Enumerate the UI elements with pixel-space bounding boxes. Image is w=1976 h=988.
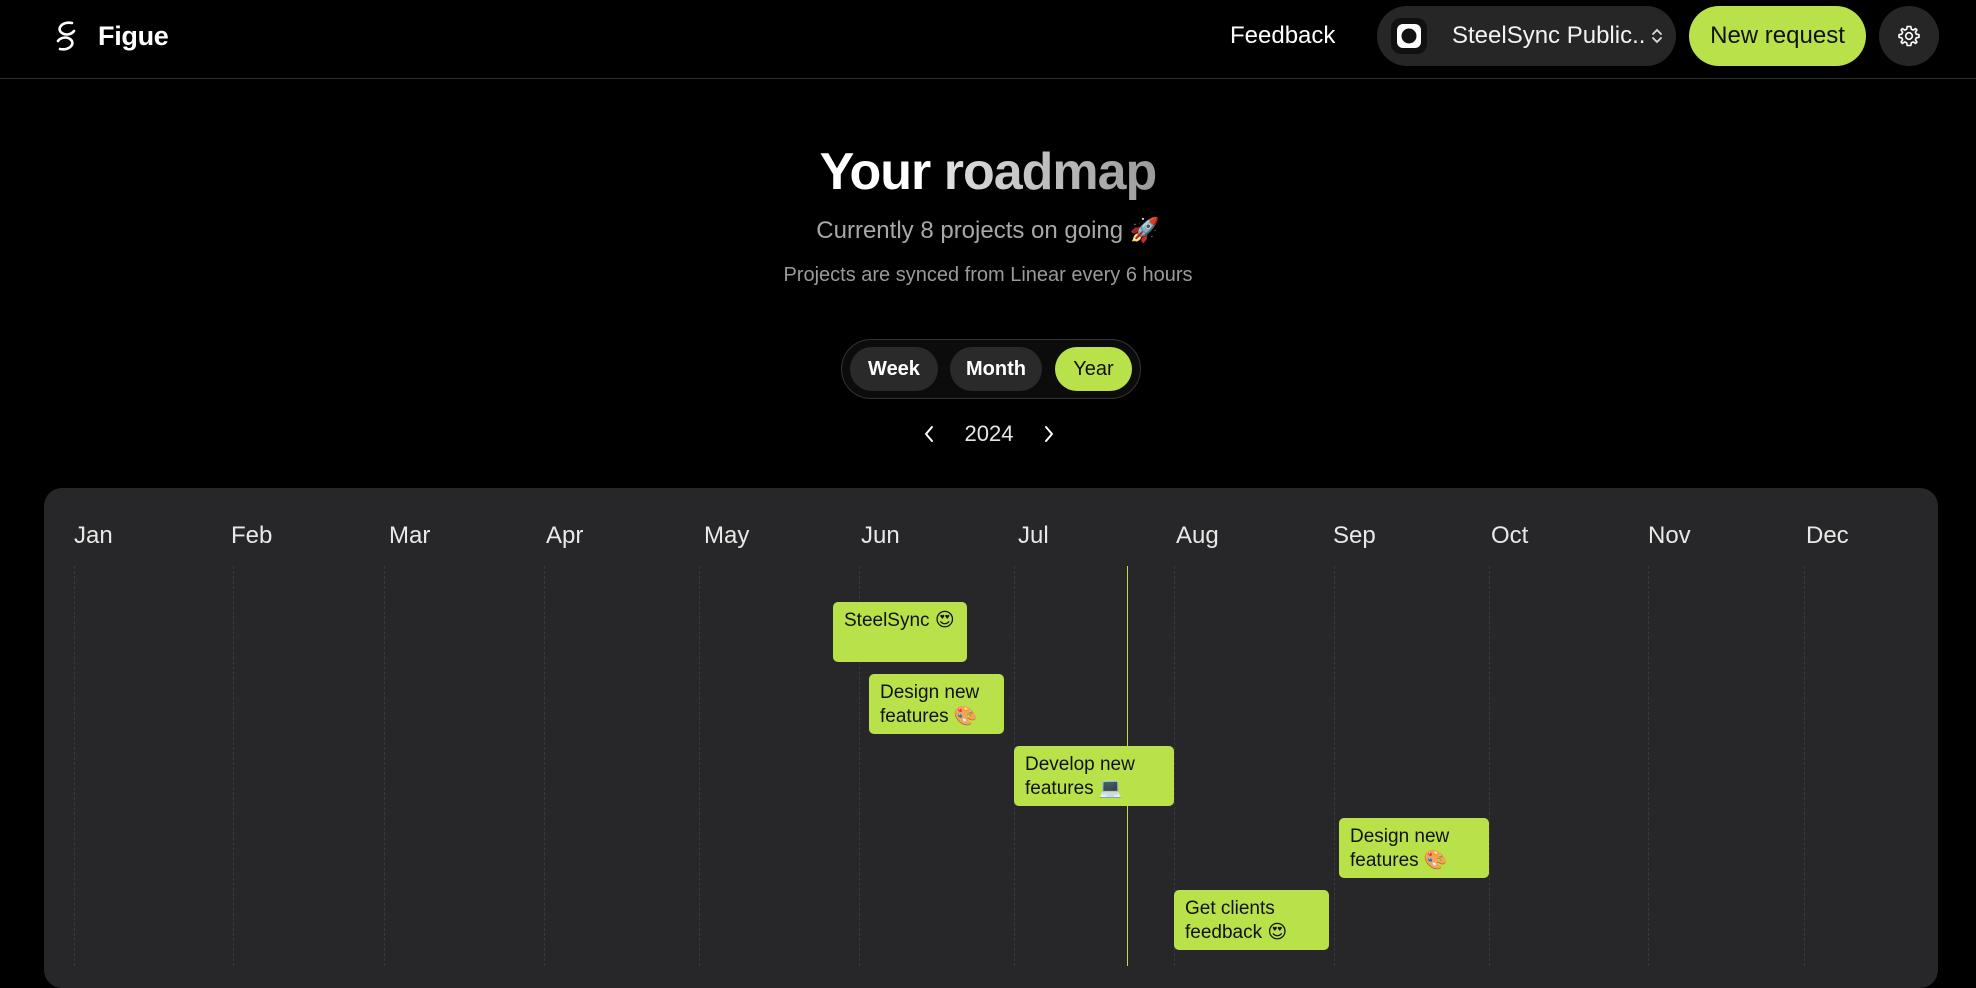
month-nov: Nov: [1648, 522, 1691, 549]
project-card[interactable]: Design new features 🎨: [869, 674, 1004, 734]
page-title: Your roadmap: [0, 142, 1976, 202]
project-card[interactable]: Get clients feedback 😍: [1174, 890, 1329, 950]
month-feb: Feb: [231, 522, 273, 549]
tab-week[interactable]: Week: [850, 347, 938, 391]
view-switch: Week Month Year: [841, 339, 1141, 399]
page-title-part1: Your: [819, 143, 944, 201]
month-aug: Aug: [1176, 522, 1219, 549]
grid-line: [1804, 566, 1805, 966]
projects-count-text: Currently 8 projects on going 🚀: [816, 217, 1160, 244]
figue-logo-icon: [50, 18, 82, 54]
grid-line: [74, 566, 75, 966]
project-title: Design new features 🎨: [1350, 826, 1450, 871]
settings-button[interactable]: [1879, 6, 1939, 66]
workspace-logo-icon: [1391, 18, 1427, 54]
month-may: May: [704, 522, 750, 549]
chevron-left-icon[interactable]: [914, 419, 944, 449]
month-mar: Mar: [389, 522, 431, 549]
tab-year[interactable]: Year: [1055, 347, 1132, 391]
brand[interactable]: Figue: [50, 18, 169, 54]
current-year: 2024: [964, 421, 1014, 446]
grid-line: [1489, 566, 1490, 966]
page-title-part2: roadmap: [943, 143, 1158, 201]
month-jul: Jul: [1018, 522, 1049, 549]
app-name: Figue: [98, 20, 169, 51]
project-card[interactable]: Design new features 🎨: [1339, 818, 1489, 878]
grid-line: [699, 566, 700, 966]
sync-note: Projects are synced from Linear every 6 …: [783, 264, 1193, 286]
project-title: SteelSync 😍: [844, 610, 955, 631]
grid-line: [544, 566, 545, 966]
timeline-panel: [44, 488, 1938, 988]
month-sep: Sep: [1333, 522, 1376, 549]
project-card[interactable]: Develop new features 💻: [1014, 746, 1174, 806]
new-request-button[interactable]: New request: [1689, 6, 1866, 66]
project-title: Get clients feedback 😍: [1185, 898, 1288, 943]
feedback-link[interactable]: Feedback: [1230, 18, 1335, 54]
month-dec: Dec: [1806, 522, 1849, 549]
chevron-right-icon[interactable]: [1034, 419, 1064, 449]
grid-line: [384, 566, 385, 966]
month-jun: Jun: [861, 522, 900, 549]
grid-line: [1334, 566, 1335, 966]
tab-month[interactable]: Month: [950, 347, 1042, 391]
grid-line: [233, 566, 234, 966]
month-jan: Jan: [74, 522, 113, 549]
year-navigation: 2024: [914, 414, 1064, 454]
month-oct: Oct: [1491, 522, 1529, 549]
grid-line: [1648, 566, 1649, 966]
project-title: Design new features 🎨: [880, 682, 980, 727]
top-bar: Figue Feedback SteelSync Public.. New re…: [0, 0, 1976, 79]
workspace-name: SteelSync Public..: [1452, 22, 1646, 49]
chevron-up-down-icon: [1651, 27, 1663, 45]
project-card[interactable]: SteelSync 😍: [833, 602, 967, 662]
gear-icon: [1897, 24, 1921, 48]
month-apr: Apr: [546, 522, 584, 549]
project-title: Develop new features 💻: [1025, 754, 1135, 799]
workspace-switcher[interactable]: SteelSync Public..: [1377, 6, 1676, 66]
